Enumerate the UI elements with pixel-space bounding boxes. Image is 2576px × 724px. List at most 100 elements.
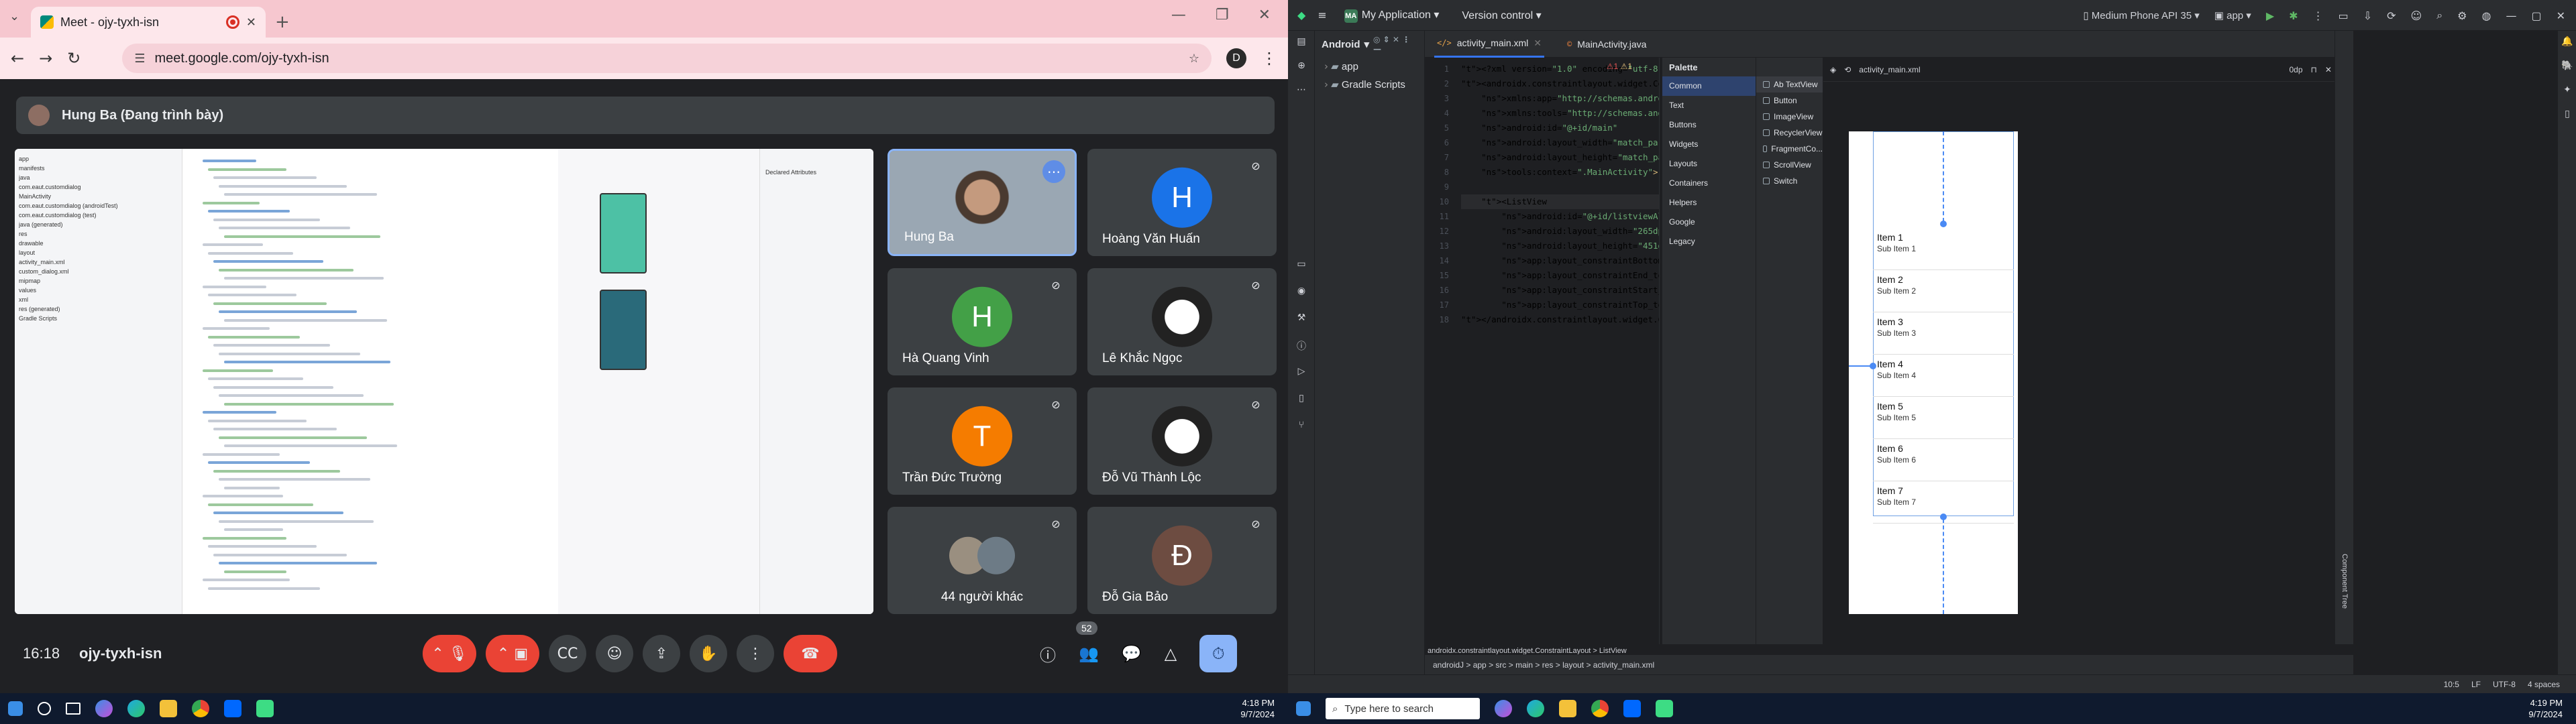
task-view-icon[interactable] xyxy=(66,703,80,715)
edge-icon[interactable] xyxy=(1527,700,1544,717)
code-line[interactable]: "t"><androidx.constraintlayout.widget.Co… xyxy=(1461,76,1659,91)
palette-widget[interactable]: RecyclerView xyxy=(1756,125,1823,141)
gradle-sync-icon[interactable]: ⟳ xyxy=(2387,9,2396,22)
path-breadcrumb[interactable]: androidJ > app > src > main > res > layo… xyxy=(1433,660,1654,670)
xml-code-editor[interactable]: 1 2 3 4 5 6 7 8 9 10 11 12 13 14 15 16 17 18 "t"><?xml ve… xyxy=(1425,58,1660,644)
palette-category[interactable]: Widgets xyxy=(1662,135,1756,154)
code-line[interactable]: "t"><ListView xyxy=(1461,194,1659,209)
palette-category[interactable]: Layouts xyxy=(1662,154,1756,174)
git-icon[interactable]: ⑂ xyxy=(1295,420,1308,433)
project-tree-item[interactable]: › ▰ Gradle Scripts xyxy=(1324,76,1424,94)
copilot-icon[interactable] xyxy=(95,700,113,717)
design-file-label[interactable]: activity_main.xml xyxy=(1859,65,1920,74)
main-menu-icon[interactable]: ≡ xyxy=(1318,9,1326,21)
participant-tile[interactable]: ⊘ 44 người khác xyxy=(888,507,1077,614)
maximize-icon[interactable]: ❐ xyxy=(1216,7,1229,23)
code-line[interactable]: "ns">app:layout_constraintBottom_toBotto… xyxy=(1461,253,1659,268)
palette-category[interactable]: Text xyxy=(1662,96,1756,115)
chat-icon[interactable]: 💬 xyxy=(1122,644,1142,663)
forward-icon[interactable]: → xyxy=(39,49,52,68)
back-icon[interactable]: ← xyxy=(11,49,24,68)
zalo-icon[interactable] xyxy=(224,700,241,717)
component-tree-tab[interactable]: Component Tree xyxy=(2341,554,2349,609)
close-tab-icon[interactable]: ✕ xyxy=(1534,38,1542,49)
android-studio-taskbar-icon[interactable] xyxy=(1656,700,1673,717)
windows-start-icon[interactable] xyxy=(8,701,23,716)
tab-meet[interactable]: Meet - ojy-tyxh-isn ✕ xyxy=(31,7,266,38)
tab-search-icon[interactable]: ⌄ xyxy=(9,9,19,23)
settings-icon[interactable]: ⚙ xyxy=(2457,9,2467,22)
layers-icon[interactable]: ◈ xyxy=(1830,65,1836,74)
minimize-icon[interactable]: — xyxy=(2506,9,2516,22)
profile-icon[interactable]: ☺ xyxy=(2411,9,2422,22)
participant-tile[interactable]: ⊘ T Trần Đức Trường xyxy=(888,387,1077,495)
notifications-icon[interactable]: 🔔 xyxy=(2561,36,2574,50)
palette-category[interactable]: Common xyxy=(1662,76,1756,96)
code-line[interactable]: "ns">tools:context=".MainActivity"> xyxy=(1461,165,1659,180)
palette-widget[interactable]: Ab TextView xyxy=(1756,76,1823,93)
system-clock-left[interactable]: 4:18 PM 9/7/2024 xyxy=(1240,697,1275,720)
chrome-taskbar-icon[interactable] xyxy=(192,700,209,717)
maximize-icon[interactable]: ▢ xyxy=(2531,9,2541,22)
project-view-selector[interactable]: Android xyxy=(1322,39,1360,50)
magnet-icon[interactable]: ⊓ xyxy=(2311,65,2317,74)
palette-widget[interactable]: ScrollView xyxy=(1756,157,1823,173)
more-options-button[interactable]: ⋮ xyxy=(737,635,774,672)
account-icon[interactable]: ◍ xyxy=(2482,9,2491,22)
orientation-icon[interactable]: ⟲ xyxy=(1844,65,1851,74)
status-item[interactable]: 4 spaces xyxy=(2528,680,2560,689)
copilot-icon[interactable] xyxy=(1495,700,1512,717)
expand-chevron-icon[interactable]: › xyxy=(1324,60,1328,72)
file-explorer-icon[interactable] xyxy=(1559,700,1576,717)
meeting-info-icon[interactable]: ⓘ xyxy=(1040,642,1056,666)
minimize-icon[interactable]: — xyxy=(1171,7,1186,23)
zoom-label[interactable]: 0dp xyxy=(2289,65,2302,74)
palette-category[interactable]: Legacy xyxy=(1662,232,1756,251)
captions-button[interactable]: CC xyxy=(549,635,586,672)
palette-widget[interactable]: Switch xyxy=(1756,173,1823,189)
clear-constraints-icon[interactable]: ✕ xyxy=(2325,65,2332,74)
gemini-icon[interactable]: ✦ xyxy=(2561,84,2574,98)
palette-category[interactable]: Containers xyxy=(1662,174,1756,193)
code-line[interactable]: "ns">xmlns:app="http://schemas.android.c… xyxy=(1461,91,1659,106)
commit-tool-icon[interactable]: ⊕ xyxy=(1295,60,1308,74)
chrome-taskbar-icon[interactable] xyxy=(1591,700,1609,717)
participant-tile[interactable]: ⊘ Đ Đỗ Gia Bảo xyxy=(1087,507,1277,614)
status-item[interactable]: LF xyxy=(2471,680,2481,689)
code-line[interactable]: "ns">app:layout_constraintEnd_toEndOf="p… xyxy=(1461,268,1659,283)
device-explorer-icon[interactable]: ▯ xyxy=(1295,393,1308,406)
code-line[interactable]: "ns">android:layout_height="451dp" xyxy=(1461,239,1659,253)
project-tree-item[interactable]: › ▰ app xyxy=(1324,58,1424,76)
tab-activity-main[interactable]: </> activity_main.xml ✕ xyxy=(1434,31,1545,58)
device-manager-icon[interactable]: ▭ xyxy=(2339,9,2349,22)
file-explorer-icon[interactable] xyxy=(160,700,177,717)
panel-options-icon[interactable]: ◎ ⇕ ✕ ⋮ — xyxy=(1373,35,1417,54)
debug-icon[interactable]: ✱ xyxy=(2289,9,2298,22)
problems-icon[interactable]: ⓘ xyxy=(1295,339,1308,353)
palette-category[interactable]: Google xyxy=(1662,213,1756,232)
people-icon[interactable]: 👥 52 xyxy=(1076,621,1099,663)
address-bar[interactable]: ☰ meet.google.com/ojy-tyxh-isn ☆ xyxy=(122,44,1212,73)
search-everywhere-icon[interactable]: ⌕ xyxy=(2436,9,2443,22)
palette-category[interactable]: Helpers xyxy=(1662,193,1756,213)
chrome-menu-icon[interactable]: ⋮ xyxy=(1261,49,1277,68)
participant-tile[interactable]: ⋯ Hung Ba xyxy=(888,149,1077,256)
palette-widget[interactable]: ImageView xyxy=(1756,109,1823,125)
palette-category[interactable]: Buttons xyxy=(1662,115,1756,135)
more-tools-icon[interactable]: ⋯ xyxy=(1295,84,1308,98)
participant-tile[interactable]: ⊘ H Hà Quang Vinh xyxy=(888,268,1077,375)
mic-toggle-button[interactable]: ⌃ 🎙 xyxy=(423,635,476,672)
activities-icon[interactable]: △ xyxy=(1165,644,1177,663)
participant-tile[interactable]: ⊘ Lê Khắc Ngọc xyxy=(1087,268,1277,375)
close-window-icon[interactable]: ✕ xyxy=(1258,7,1271,23)
host-controls-icon[interactable]: ⏱ xyxy=(1199,635,1238,672)
palette-widget[interactable]: FragmentCo... xyxy=(1756,141,1823,157)
expand-chevron-icon[interactable]: › xyxy=(1324,78,1328,90)
camera-toggle-button[interactable]: ⌃ ▣ xyxy=(486,635,539,672)
terminal-icon[interactable]: ▭ xyxy=(1295,259,1308,272)
system-clock-right[interactable]: 4:19 PM 9/7/2024 xyxy=(2528,697,2563,720)
code-text[interactable]: "t"><?xml version="1.0" encoding="utf-8 "… xyxy=(1461,62,1659,327)
raise-hand-button[interactable]: ✋ xyxy=(690,635,727,672)
status-item[interactable]: 10:5 xyxy=(2444,680,2459,689)
code-line[interactable]: "ns">android:layout_height="match_parent… xyxy=(1461,150,1659,165)
